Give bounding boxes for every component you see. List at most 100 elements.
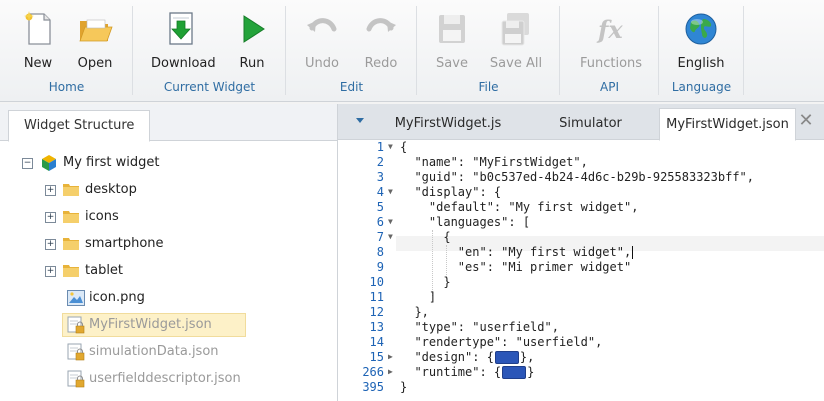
code-line: } bbox=[400, 275, 451, 289]
save-button[interactable]: Save bbox=[422, 8, 482, 74]
code-line: "languages": [ bbox=[400, 215, 531, 229]
language-group-label: Language bbox=[671, 80, 732, 94]
line-number: 15 bbox=[369, 350, 384, 364]
download-button-label: Download bbox=[151, 56, 216, 71]
locked-file-icon bbox=[67, 370, 85, 388]
save-all-icon bbox=[501, 13, 529, 46]
image-file-icon bbox=[67, 290, 85, 306]
code-line: }, bbox=[400, 305, 429, 319]
tree-folder-tablet[interactable]: + tablet bbox=[45, 260, 245, 282]
code-line: { bbox=[400, 230, 451, 244]
code-line: "type": "userfield", bbox=[400, 320, 559, 334]
tree-file-icon-png[interactable]: icon.png bbox=[67, 287, 267, 309]
fold-expanded-icon[interactable]: ▼ bbox=[388, 232, 396, 241]
file-label: userfielddescriptor.json bbox=[89, 371, 241, 386]
file-label: simulationData.json bbox=[89, 344, 219, 359]
redo-button[interactable]: Redo bbox=[351, 8, 411, 74]
english-button-label: English bbox=[677, 56, 725, 71]
widget-structure-panel: Widget Structure − My first widget + des… bbox=[0, 104, 338, 401]
undo-icon bbox=[307, 18, 337, 32]
code-line-text: "runtime": { bbox=[400, 365, 502, 379]
expand-toggle[interactable]: + bbox=[45, 212, 56, 223]
svg-text:fx: fx bbox=[596, 15, 623, 44]
save-icon bbox=[439, 15, 465, 43]
code-line: { bbox=[400, 140, 408, 154]
folder-icon bbox=[63, 265, 79, 277]
tab-widget-structure[interactable]: Widget Structure bbox=[8, 110, 151, 142]
tree-file-simulationdata-json[interactable]: simulationData.json bbox=[67, 341, 287, 363]
line-number: 2 bbox=[376, 155, 384, 169]
run-button[interactable]: Run bbox=[222, 8, 282, 74]
collapsed-block-marker[interactable] bbox=[502, 366, 527, 379]
left-tab-bar: Widget Structure bbox=[0, 104, 337, 142]
code-line: "guid": "b0c537ed-4b24-4d6c-b29b-9255833… bbox=[400, 170, 755, 184]
tree-file-userfielddescriptor-json[interactable]: userfielddescriptor.json bbox=[67, 368, 297, 390]
line-number: 4 bbox=[376, 185, 384, 199]
tree-root-item[interactable]: − My first widget bbox=[22, 152, 222, 174]
code-line: "es": "Mi primer widget" bbox=[400, 260, 632, 274]
expand-toggle[interactable]: + bbox=[45, 185, 56, 196]
tab-simulator[interactable]: Simulator bbox=[528, 108, 653, 139]
code-line-text: "design": { bbox=[400, 350, 494, 364]
language-english-button[interactable]: English bbox=[671, 8, 731, 74]
line-number: 395 bbox=[362, 380, 384, 394]
expand-toggle[interactable]: + bbox=[45, 266, 56, 277]
undo-button[interactable]: Undo bbox=[292, 8, 352, 74]
save-all-button[interactable]: Save All bbox=[486, 8, 546, 74]
folder-icon bbox=[63, 184, 79, 196]
code-line: } bbox=[400, 380, 408, 394]
line-number: 11 bbox=[369, 290, 384, 304]
tree-root-label: My first widget bbox=[63, 155, 160, 170]
tab-myfirstwidget-js[interactable]: MyFirstWidget.js bbox=[383, 108, 513, 139]
line-number: 14 bbox=[369, 335, 384, 349]
editor-tab-bar: MyFirstWidget.js Simulator MyFirstWidget… bbox=[338, 104, 824, 141]
open-button[interactable]: Open bbox=[65, 8, 125, 74]
locked-file-icon bbox=[67, 316, 85, 334]
tree-folder-desktop[interactable]: + desktop bbox=[45, 179, 245, 201]
fold-collapsed-icon[interactable]: ▶ bbox=[388, 352, 396, 361]
folder-label: icons bbox=[85, 209, 119, 224]
fold-expanded-icon[interactable]: ▼ bbox=[388, 187, 396, 196]
folder-label: smartphone bbox=[85, 236, 164, 251]
expand-toggle[interactable]: + bbox=[45, 239, 56, 250]
tab-list-dropdown-icon[interactable] bbox=[356, 118, 364, 123]
new-button[interactable]: New bbox=[8, 8, 68, 74]
code-line-design: "design": {}, bbox=[400, 350, 535, 364]
collapse-toggle[interactable]: − bbox=[22, 158, 33, 169]
download-button[interactable]: Download bbox=[151, 8, 216, 74]
tree-file-myfirstwidget-json[interactable]: MyFirstWidget.json bbox=[67, 314, 267, 336]
open-button-label: Open bbox=[77, 56, 113, 71]
line-number: 6 bbox=[376, 215, 384, 229]
line-number: 12 bbox=[369, 305, 384, 319]
functions-fx-icon: fx bbox=[596, 15, 623, 44]
tree-folder-smartphone[interactable]: + smartphone bbox=[45, 233, 245, 255]
line-number: 3 bbox=[376, 170, 384, 184]
code-editor[interactable]: 1 2 3 4 5 6 7 8 9 10 11 12 13 14 15 266 … bbox=[338, 140, 824, 401]
folder-label: tablet bbox=[85, 263, 124, 278]
new-button-label: New bbox=[23, 56, 53, 71]
ribbon-group-home: New Open Home bbox=[0, 0, 133, 101]
line-number: 13 bbox=[369, 320, 384, 334]
line-number: 9 bbox=[376, 260, 384, 274]
line-number: 10 bbox=[369, 275, 384, 289]
save-all-button-label: Save All bbox=[489, 56, 543, 71]
locked-file-icon bbox=[67, 343, 85, 361]
fold-collapsed-icon[interactable]: ▶ bbox=[388, 367, 396, 376]
code-line-runtime: "runtime": {} bbox=[400, 365, 535, 379]
collapsed-block-marker[interactable] bbox=[494, 351, 519, 364]
close-tab-icon[interactable]: ✕ bbox=[797, 112, 815, 130]
open-folder-icon bbox=[79, 19, 113, 42]
file-group-label: File bbox=[478, 80, 499, 94]
run-play-icon bbox=[243, 15, 265, 43]
code-line-current: "en": "My first widget", bbox=[400, 245, 634, 259]
tab-myfirstwidget-json[interactable]: MyFirstWidget.json bbox=[659, 108, 796, 141]
code-line: "default": "My first widget", bbox=[400, 200, 639, 214]
tree-folder-icons[interactable]: + icons bbox=[45, 206, 245, 228]
edit-group-label: Edit bbox=[339, 80, 364, 94]
file-label: MyFirstWidget.json bbox=[89, 317, 212, 332]
fold-expanded-icon[interactable]: ▼ bbox=[388, 217, 396, 226]
code-line-text: "en": "My first widget", bbox=[400, 245, 632, 259]
functions-button[interactable]: fx Functions bbox=[580, 8, 642, 74]
ribbon-group-file: Save Save All File bbox=[417, 0, 560, 101]
fold-expanded-icon[interactable]: ▼ bbox=[388, 142, 396, 151]
